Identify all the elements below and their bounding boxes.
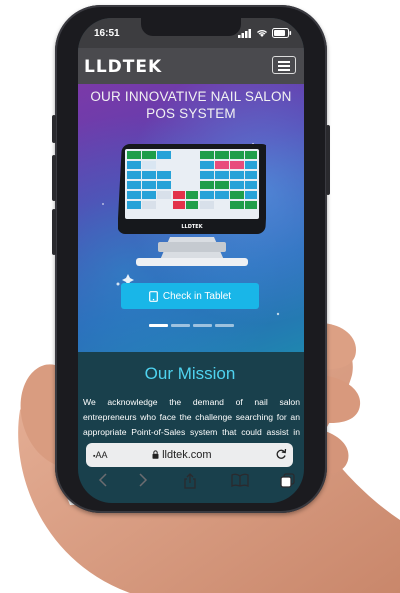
url-label: lldtek.com [162, 449, 212, 461]
lock-icon [152, 450, 159, 459]
status-bar: 16:51 [78, 18, 304, 48]
power-button [326, 125, 330, 195]
pos-terminal-image: LLDTEK [118, 144, 266, 266]
site-logo[interactable]: LLDTEK [84, 57, 162, 77]
browser-address-bar[interactable]: ▪AA lldtek.com [86, 443, 293, 467]
volume-up-button [52, 155, 56, 201]
back-icon[interactable] [98, 473, 108, 487]
carousel-dot-4[interactable] [215, 324, 234, 327]
reader-text-size-button[interactable]: ▪AA [93, 450, 108, 460]
signal-icon [238, 29, 251, 38]
hamburger-menu-button[interactable] [272, 56, 296, 74]
bookmarks-icon[interactable] [231, 473, 249, 487]
site-navbar: LLDTEK [78, 48, 304, 84]
carousel-dot-2[interactable] [171, 324, 190, 327]
forward-icon[interactable] [138, 473, 148, 487]
share-icon[interactable] [183, 473, 197, 489]
browser-toolbar [86, 470, 298, 496]
carousel-dot-1[interactable] [149, 324, 168, 327]
status-icons [238, 28, 292, 38]
notch [141, 18, 241, 36]
hero-title: OUR INNOVATIVE NAIL SALON POS SYSTEM [78, 88, 304, 122]
hero-title-line1: OUR INNOVATIVE NAIL SALON [90, 89, 292, 104]
status-time: 16:51 [94, 28, 120, 39]
pos-device-brand: LLDTEK [181, 224, 203, 230]
mission-paragraph: We acknowledge the demand of nail salon … [83, 397, 300, 437]
mission-heading: Our Mission [144, 364, 236, 383]
mute-switch [52, 115, 56, 143]
check-in-tablet-button[interactable]: Check in Tablet [121, 283, 259, 309]
volume-down-button [52, 209, 56, 255]
url-text[interactable]: lldtek.com [152, 449, 212, 461]
hero-title-line2: POS SYSTEM [146, 106, 236, 121]
tabs-icon[interactable] [280, 473, 295, 488]
tablet-icon [148, 290, 158, 302]
carousel-indicators [149, 324, 234, 327]
aa-label: AA [95, 450, 108, 460]
carousel-dot-3[interactable] [193, 324, 212, 327]
wifi-icon [257, 30, 267, 37]
reload-icon[interactable] [275, 448, 287, 460]
battery-icon [272, 28, 292, 38]
check-in-tablet-label: Check in Tablet [162, 290, 232, 302]
